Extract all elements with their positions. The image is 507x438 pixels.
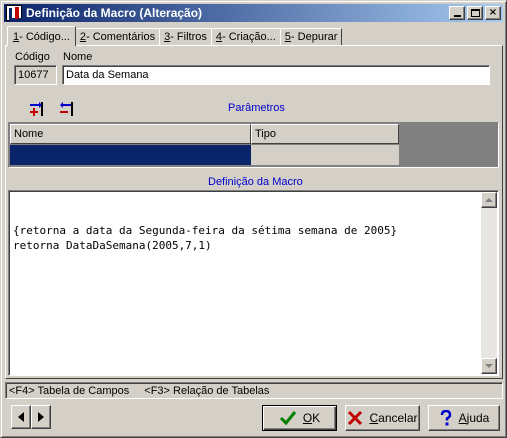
cancel-button-key: C	[369, 411, 379, 425]
parametros-title: Parâmetros	[228, 102, 285, 114]
arrow-left-icon	[18, 412, 24, 422]
title-buttons: ×	[447, 6, 501, 20]
tab-depurar-label: - Depurar	[290, 31, 338, 43]
code-line: {retorna a data da Segunda-feira da séti…	[13, 224, 398, 237]
nome-input[interactable]: Data da Semana	[62, 65, 490, 85]
cancel-x-icon	[348, 410, 363, 426]
macro-definition-editor[interactable]: {retorna a data da Segunda-feira da séti…	[8, 190, 499, 376]
minimize-icon	[453, 15, 461, 17]
ok-button-label: K	[312, 411, 321, 425]
app-icon[interactable]	[6, 5, 22, 21]
record-navigator	[11, 405, 51, 429]
help-button[interactable]: Ajuda	[428, 405, 500, 431]
close-icon: ×	[488, 7, 498, 18]
macro-code: {retorna a data da Segunda-feira da séti…	[13, 223, 397, 253]
tab-filtros[interactable]: 3 - Filtros	[159, 28, 212, 45]
tab-codigo-label: - Código...	[19, 30, 70, 43]
macro-definition-window: Definição da Macro (Alteração) × 1 - Cód…	[0, 0, 507, 438]
previous-record-button[interactable]	[11, 405, 31, 429]
cancel-button[interactable]: Cancelar	[345, 405, 420, 431]
scroll-up-icon	[485, 198, 493, 202]
close-button[interactable]: ×	[485, 6, 501, 20]
tab-strip: 1 - Código... 2 - Comentários 3 - Filtro…	[7, 26, 343, 46]
tab-criacao-label: - Criação...	[222, 31, 276, 43]
minimize-button[interactable]	[449, 6, 465, 20]
grid-header-tipo[interactable]: Tipo	[251, 124, 399, 144]
tab-criacao[interactable]: 4 - Criação...	[210, 28, 281, 45]
scroll-up-button[interactable]	[481, 192, 497, 208]
code-line: retorna DataDaSemana(2005,7,1)	[13, 239, 212, 252]
nome-label: Nome	[63, 51, 93, 63]
codigo-label: Código	[15, 51, 50, 63]
status-relacao-tabelas: <F3> Relação de Tabelas	[144, 384, 270, 397]
cancel-button-label: ancelar	[378, 411, 418, 425]
remove-parameter-icon[interactable]	[59, 101, 77, 117]
grid-header-nome[interactable]: Nome	[10, 124, 251, 144]
codigo-field: 10677	[14, 65, 57, 85]
maximize-icon	[470, 9, 480, 17]
ok-button-key: O	[302, 411, 313, 425]
codigo-value: 10677	[18, 69, 49, 81]
add-parameter-icon[interactable]	[29, 101, 47, 117]
help-button-label: juda	[466, 411, 490, 425]
title-bar[interactable]: Definição da Macro (Alteração) ×	[4, 4, 503, 22]
definicao-title: Definição da Macro	[208, 176, 303, 188]
tab-comentarios-label: - Comentários	[86, 31, 156, 43]
help-button-key: A	[458, 411, 467, 425]
scroll-down-button[interactable]	[481, 358, 497, 374]
grid-header-nome-label: Nome	[14, 128, 44, 140]
help-question-icon	[440, 410, 451, 426]
grid-cell-tipo[interactable]	[251, 145, 399, 165]
grid-header-tipo-label: Tipo	[255, 128, 276, 140]
window-title: Definição da Macro (Alteração)	[26, 6, 203, 20]
ok-button[interactable]: OK	[262, 405, 337, 431]
tab-codigo[interactable]: 1 - Código...	[7, 26, 76, 46]
tab-depurar[interactable]: 5- Depurar	[279, 28, 343, 45]
tab-comentarios[interactable]: 2 - Comentários	[74, 28, 161, 45]
arrow-right-icon	[38, 412, 44, 422]
next-record-button[interactable]	[31, 405, 51, 429]
editor-vertical-scrollbar[interactable]	[481, 192, 497, 374]
status-tabela-campos: <F4> Tabela de Campos	[9, 384, 130, 397]
nome-value: Data da Semana	[66, 69, 149, 81]
grid-cell-nome-selected[interactable]	[10, 145, 251, 165]
tab-filtros-label: - Filtros	[170, 31, 207, 43]
status-bar: <F4> Tabela de Campos <F3> Relação de Ta…	[5, 382, 503, 399]
scroll-down-icon	[485, 364, 493, 368]
parameters-grid[interactable]: Nome Tipo	[8, 122, 499, 168]
check-icon	[279, 411, 296, 426]
maximize-button[interactable]	[467, 6, 483, 20]
